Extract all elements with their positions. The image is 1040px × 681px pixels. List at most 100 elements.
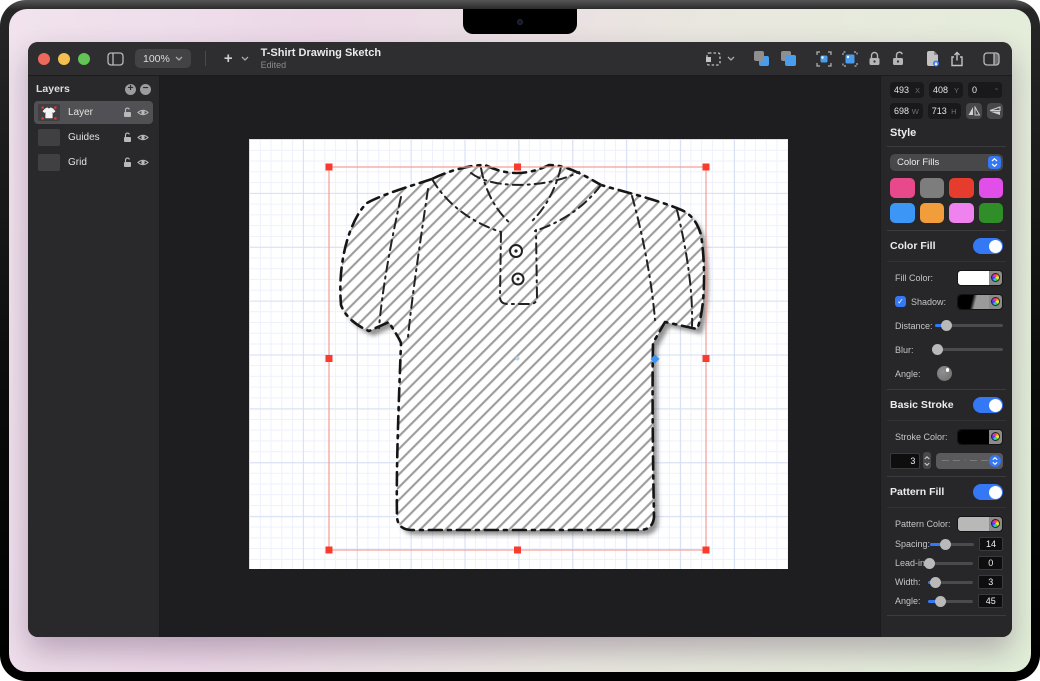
width-value: 698 [894,106,912,116]
color-swatch[interactable] [890,203,915,223]
style-section-title: Style [890,127,1003,139]
pattern-fill-toggle[interactable] [973,484,1003,500]
stroke-color-label: Stroke Color: [895,432,957,442]
height-value: 713 [932,106,951,116]
color-swatch[interactable] [979,203,1004,223]
color-swatch[interactable] [920,203,945,223]
layers-panel-title: Layers [36,83,121,95]
color-swatch[interactable] [890,178,915,198]
artboard[interactable] [249,139,788,569]
titlebar-separator [205,51,206,66]
width-field[interactable]: 698 W [890,103,923,119]
pattern-width-label: Width: [895,577,928,587]
pattern-angle-slider[interactable] [928,596,973,607]
toggle-left-sidebar-icon[interactable] [107,52,124,66]
pattern-width-value[interactable]: 3 [978,575,1003,589]
unlock-icon[interactable] [123,157,132,168]
document-status: Edited [261,60,381,70]
color-swatch[interactable] [979,178,1004,198]
stroke-color-well[interactable] [957,429,1003,445]
inspector-sidebar: 493 X 408 Y 0 ° [880,76,1012,637]
color-picker-icon [991,519,1000,528]
canvas-area[interactable] [160,76,880,637]
color-swatch[interactable] [920,178,945,198]
zoom-window-button[interactable] [78,53,90,65]
y-unit: Y [954,86,959,95]
toggle-right-sidebar-icon[interactable] [983,52,1000,66]
layer-row-grid[interactable]: Grid [34,151,153,174]
stroke-width-stepper[interactable] [923,452,930,469]
pattern-width-slider[interactable] [928,577,973,588]
document-title: T-Shirt Drawing Sketch [261,47,381,60]
unlock-icon[interactable] [123,107,132,118]
shadow-blur-slider[interactable] [935,344,1003,355]
pattern-spacing-value[interactable]: 14 [979,537,1003,551]
dash-pattern-dropdown[interactable]: — — · — — [936,453,1003,469]
height-field[interactable]: 713 H [928,103,961,119]
add-page-button[interactable]: + [224,50,233,67]
minimize-window-button[interactable] [58,53,70,65]
basic-stroke-section-title: Basic Stroke [890,399,973,411]
remove-layer-button[interactable]: − [140,84,151,95]
export-document-icon[interactable] [925,51,940,67]
flip-horizontal-button[interactable] [966,103,982,119]
group-objects-icon[interactable] [816,51,832,67]
chevron-down-icon[interactable] [241,56,249,61]
fill-color-well[interactable] [957,270,1003,286]
flip-vertical-button[interactable] [987,103,1003,119]
fill-type-dropdown[interactable]: Color Fills [890,154,1003,171]
pattern-lead-in-value[interactable]: 0 [978,556,1003,570]
pattern-angle-label: Angle: [895,596,928,606]
shadow-checkbox[interactable]: ✓ [895,296,906,307]
color-picker-icon [991,297,1000,306]
shadow-distance-slider[interactable] [935,320,1003,331]
send-backward-icon[interactable] [753,50,770,67]
shadow-label: Shadow: [911,297,957,307]
unlock-icon[interactable] [123,132,132,143]
pattern-spacing-slider[interactable] [930,539,974,550]
divider [887,476,1006,477]
color-swatch[interactable] [949,203,974,223]
marquee-select-tool-icon[interactable] [705,51,722,67]
shadow-angle-dial[interactable] [937,366,952,381]
y-position-field[interactable]: 408 Y [929,82,963,98]
visibility-eye-icon[interactable] [137,158,149,167]
layer-row-layer[interactable]: Layer [34,101,153,124]
pattern-color-well[interactable] [957,516,1003,532]
color-swatch[interactable] [949,178,974,198]
add-layer-button[interactable]: + [125,84,136,95]
visibility-eye-icon[interactable] [137,133,149,142]
close-window-button[interactable] [38,53,50,65]
layer-thumbnail [38,129,60,146]
lead-in-label: Lead-in: [895,558,928,568]
selection-center-mark [516,357,520,361]
layer-row-guides[interactable]: Guides [34,126,153,149]
share-icon[interactable] [950,51,964,67]
distance-label: Distance: [895,321,935,331]
zoom-level-value: 100% [143,53,170,65]
tshirt-shape[interactable] [340,165,704,530]
pattern-angle-value[interactable]: 45 [978,594,1003,608]
zoom-level-button[interactable]: 100% [135,49,191,68]
shadow-color-well[interactable] [957,294,1003,310]
visibility-eye-icon[interactable] [137,108,149,117]
rotation-unit: ° [995,86,998,95]
basic-stroke-toggle[interactable] [973,397,1003,413]
fill-type-value: Color Fills [897,157,988,168]
layer-thumbnail [38,154,60,171]
tshirt-drawing[interactable] [249,139,788,569]
color-fill-toggle[interactable] [973,238,1003,254]
divider [887,507,1006,508]
color-fill-section-title: Color Fill [890,240,973,252]
pattern-lead-in-slider[interactable] [928,558,973,569]
rotation-field[interactable]: 0 ° [968,82,1002,98]
x-position-field[interactable]: 493 X [890,82,924,98]
y-value: 408 [933,85,954,95]
unlock-icon[interactable] [891,51,906,66]
chevron-down-icon[interactable] [727,56,735,61]
stroke-width-field[interactable]: 3 [890,453,920,469]
lock-icon[interactable] [868,51,881,66]
app-window: 100% + T-Shirt Drawing Sketch Edited [28,42,1012,637]
bring-forward-icon[interactable] [780,50,797,67]
ungroup-objects-icon[interactable] [842,51,858,67]
